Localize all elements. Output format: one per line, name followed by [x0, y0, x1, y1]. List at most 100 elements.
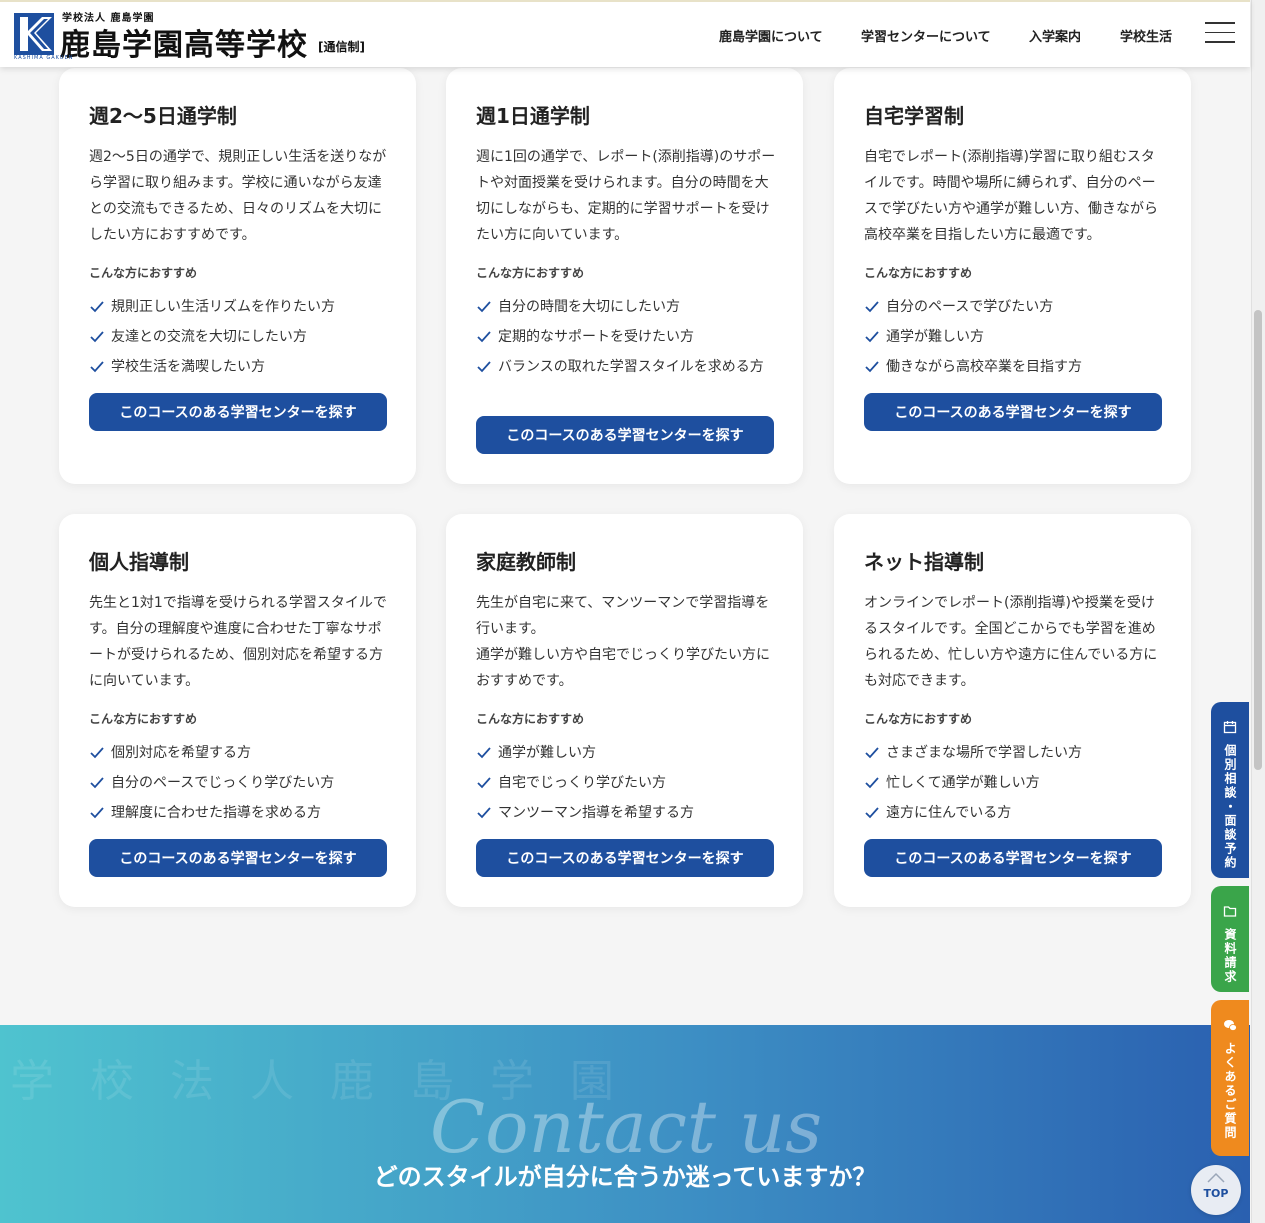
recommend-label: こんな方におすすめ [476, 712, 585, 726]
scrollbar-thumb[interactable] [1254, 310, 1262, 770]
nav-school-life[interactable]: 学校生活 [1120, 26, 1172, 45]
check-icon [90, 331, 104, 343]
check-icon [477, 747, 491, 759]
list-item: 規則正しい生活リズムを作りたい方 [89, 296, 389, 318]
list-item-text: 自宅でじっくり学びたい方 [498, 775, 666, 791]
nav-admission[interactable]: 入学案内 [1029, 26, 1081, 45]
course-card: 週1日通学制 週に1回の通学で、レポート(添削指導)のサポートや対面授業を受けら… [446, 68, 803, 484]
recommend-list: 自分の時間を大切にしたい方 定期的なサポートを受けたい方 バランスの取れた学習ス… [476, 296, 776, 386]
course-card: ネット指導制 オンラインでレポート(添削指導)や授業を受けるスタイルです。全国ど… [834, 514, 1191, 907]
list-item: 働きながら高校卒業を目指す方 [864, 356, 1164, 378]
course-title: 家庭教師制 [476, 550, 576, 574]
list-item: マンツーマン指導を希望する方 [476, 802, 776, 824]
logo-title[interactable]: 鹿島学園高等学校 [60, 20, 308, 64]
course-card: 家庭教師制 先生が自宅に来て、マンツーマンで学習指導を行います。 通学が難しい方… [446, 514, 803, 907]
course-title: 週1日通学制 [476, 104, 590, 128]
list-item: 個別対応を希望する方 [89, 742, 389, 764]
check-icon [477, 301, 491, 313]
side-tab-label: よくあるご質問 [1223, 1042, 1237, 1140]
calendar-icon [1223, 721, 1237, 734]
list-item-text: 自分のペースで学びたい方 [886, 299, 1054, 315]
side-tab-label: 個別相談・面談予約 [1223, 744, 1237, 870]
course-title: 週2〜5日通学制 [89, 104, 237, 128]
course-card: 週2〜5日通学制 週2〜5日の通学で、規則正しい生活を送りながら学習に取り組みま… [59, 68, 416, 484]
find-center-button[interactable]: このコースのある学習センターを探す [476, 839, 774, 877]
recommend-list: 通学が難しい方 自宅でじっくり学びたい方 マンツーマン指導を希望する方 [476, 742, 776, 832]
find-center-button[interactable]: このコースのある学習センターを探す [864, 393, 1162, 431]
list-item: 自分の時間を大切にしたい方 [476, 296, 776, 318]
find-center-button[interactable]: このコースのある学習センターを探す [476, 416, 774, 454]
check-icon [865, 747, 879, 759]
contact-heading: どのスタイルが自分に合うか迷っていますか？ [373, 1163, 877, 1191]
contact-banner: 学校法人鹿島学園 Contact us どのスタイルが自分に合うか迷っていますか… [0, 1025, 1250, 1223]
back-to-top-button[interactable]: TOP [1191, 1165, 1241, 1215]
nav-learning-center[interactable]: 学習センターについて [861, 26, 991, 45]
list-item: さまざまな場所で学習したい方 [864, 742, 1164, 764]
hamburger-icon[interactable] [1205, 22, 1235, 44]
check-icon [477, 807, 491, 819]
list-item-text: 理解度に合わせた指導を求める方 [111, 805, 321, 821]
recommend-label: こんな方におすすめ [864, 712, 973, 726]
chevron-up-icon [1207, 1172, 1225, 1183]
list-item: 理解度に合わせた指導を求める方 [89, 802, 389, 824]
course-description: 週に1回の通学で、レポート(添削指導)のサポートや対面授業を受けられます。自分の… [476, 149, 776, 243]
course-title: 個人指導制 [89, 550, 189, 574]
list-item: 定期的なサポートを受けたい方 [476, 326, 776, 348]
list-item: 自分のペースで学びたい方 [864, 296, 1164, 318]
course-description: 先生と1対1で指導を受けられる学習スタイルです。自分の理解度や進度に合わせた丁寧… [89, 595, 387, 689]
list-item-text: 定期的なサポートを受けたい方 [498, 329, 694, 345]
list-item-text: 自分のペースでじっくり学びたい方 [111, 775, 335, 791]
list-item-text: マンツーマン指導を希望する方 [498, 805, 694, 821]
recommend-label: こんな方におすすめ [89, 266, 198, 280]
side-tab-brochure[interactable]: 資料請求 [1211, 886, 1249, 992]
check-icon [477, 331, 491, 343]
chat-icon [1224, 1020, 1237, 1031]
find-center-button[interactable]: このコースのある学習センターを探す [864, 839, 1162, 877]
side-tab-label: 資料請求 [1223, 928, 1237, 984]
list-item-text: 個別対応を希望する方 [111, 745, 251, 761]
course-card: 個人指導制 先生と1対1で指導を受けられる学習スタイルです。自分の理解度や進度に… [59, 514, 416, 907]
list-item-text: 遠方に住んでいる方 [886, 805, 1012, 821]
list-item: 通学が難しい方 [864, 326, 1164, 348]
list-item-text: 規則正しい生活リズムを作りたい方 [111, 299, 335, 315]
check-icon [865, 361, 879, 373]
side-tab-consultation[interactable]: 個別相談・面談予約 [1211, 702, 1249, 878]
check-icon [865, 301, 879, 313]
list-item: 忙しくて通学が難しい方 [864, 772, 1164, 794]
check-icon [90, 777, 104, 789]
list-item-text: バランスの取れた学習スタイルを求める方 [498, 359, 764, 375]
list-item-text: 友達との交流を大切にしたい方 [111, 329, 307, 345]
school-logo-icon[interactable] [14, 13, 54, 55]
back-to-top-label: TOP [1203, 1187, 1229, 1200]
find-center-button[interactable]: このコースのある学習センターを探す [89, 839, 387, 877]
check-icon [90, 807, 104, 819]
course-card: 自宅学習制 自宅でレポート(添削指導)学習に取り組むスタイルです。時間や場所に縛… [834, 68, 1191, 484]
course-title: 自宅学習制 [864, 104, 964, 128]
side-tab-faq[interactable]: よくあるご質問 [1211, 1000, 1249, 1156]
list-item-text: 学校生活を満喫したい方 [111, 359, 265, 375]
list-item-text: さまざまな場所で学習したい方 [886, 745, 1082, 761]
check-icon [477, 777, 491, 789]
course-description: 自宅でレポート(添削指導)学習に取り組むスタイルです。時間や場所に縛られず、自分… [864, 149, 1158, 243]
course-description: 先生が自宅に来て、マンツーマンで学習指導を行います。 通学が難しい方や自宅でじっ… [476, 590, 776, 694]
course-title: ネット指導制 [864, 550, 984, 574]
recommend-label: こんな方におすすめ [476, 266, 585, 280]
recommend-label: こんな方におすすめ [89, 712, 198, 726]
list-item: 通学が難しい方 [476, 742, 776, 764]
list-item-text: 自分の時間を大切にしたい方 [498, 299, 680, 315]
list-item: 友達との交流を大切にしたい方 [89, 326, 389, 348]
recommend-list: 個別対応を希望する方 自分のペースでじっくり学びたい方 理解度に合わせた指導を求… [89, 742, 389, 832]
list-item: 自宅でじっくり学びたい方 [476, 772, 776, 794]
list-item: 遠方に住んでいる方 [864, 802, 1164, 824]
nav-about[interactable]: 鹿島学園について [719, 26, 823, 45]
course-description: 週2〜5日の通学で、規則正しい生活を送りながら学習に取り組みます。学校に通いなが… [89, 149, 387, 243]
check-icon [477, 361, 491, 373]
logo-tag: [通信制] [318, 40, 365, 54]
check-icon [865, 331, 879, 343]
check-icon [90, 361, 104, 373]
list-item-text: 忙しくて通学が難しい方 [886, 775, 1040, 791]
list-item-text: 働きながら高校卒業を目指す方 [886, 359, 1082, 375]
list-item: 自分のペースでじっくり学びたい方 [89, 772, 389, 794]
recommend-label: こんな方におすすめ [864, 266, 973, 280]
find-center-button[interactable]: このコースのある学習センターを探す [89, 393, 387, 431]
